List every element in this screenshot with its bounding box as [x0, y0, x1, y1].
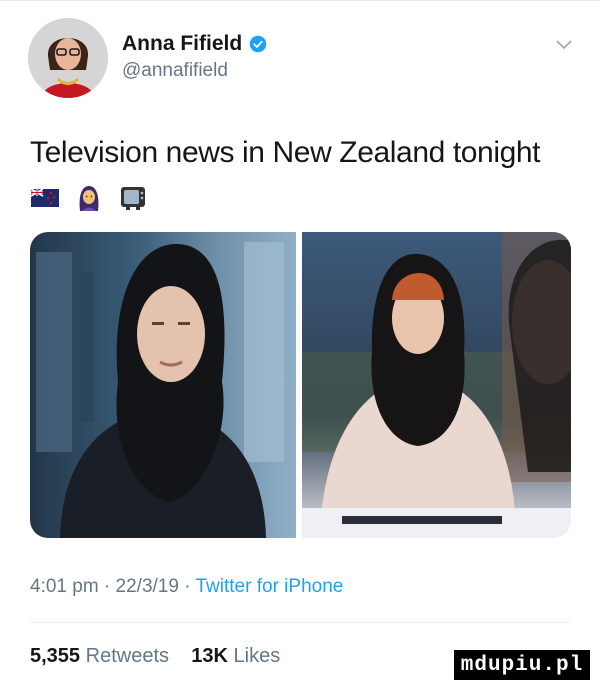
- news-broadcast-image: [302, 232, 571, 538]
- tweet-meta: 4:01 pm · 22/3/19 · Twitter for iPhone: [30, 576, 343, 598]
- tweet-time: 4:01 pm: [30, 576, 99, 597]
- meta-separator: ·: [98, 576, 116, 597]
- new-zealand-flag-emoji: [30, 188, 59, 207]
- tweet-source-link[interactable]: Twitter for iPhone: [196, 576, 344, 597]
- tweet-text: Television news in New Zealand tonight: [30, 136, 541, 169]
- watermark: mdupiu.pl: [454, 650, 590, 680]
- likes-count: 13K: [191, 645, 228, 667]
- author-handle[interactable]: @annafifield: [122, 60, 228, 82]
- woman-with-headscarf-emoji: [79, 186, 99, 211]
- verified-badge-icon: [249, 35, 267, 53]
- retweets-stat[interactable]: 5,355 Retweets: [30, 645, 169, 667]
- emoji-row: [30, 183, 148, 213]
- photo-left[interactable]: [30, 232, 296, 538]
- photo-right[interactable]: [302, 232, 571, 538]
- likes-stat[interactable]: 13K Likes: [191, 645, 280, 667]
- author-name[interactable]: Anna Fifield: [122, 32, 242, 56]
- tweet-date[interactable]: 22/3/19: [116, 576, 179, 597]
- chevron-down-icon[interactable]: [556, 40, 572, 50]
- meta-separator: ·: [178, 576, 196, 597]
- stats-divider: [30, 622, 570, 623]
- tweet-stats: 5,355 Retweets 13K Likes: [30, 645, 280, 668]
- retweets-label: Retweets: [85, 645, 169, 667]
- avatar[interactable]: [28, 18, 108, 98]
- avatar-portrait: [28, 18, 108, 98]
- top-divider: [0, 0, 600, 1]
- likes-label: Likes: [233, 645, 281, 667]
- television-emoji: [121, 187, 145, 210]
- retweets-count: 5,355: [30, 645, 81, 667]
- tweet-media[interactable]: [30, 232, 571, 538]
- news-anchor-headscarf-image: [36, 242, 284, 538]
